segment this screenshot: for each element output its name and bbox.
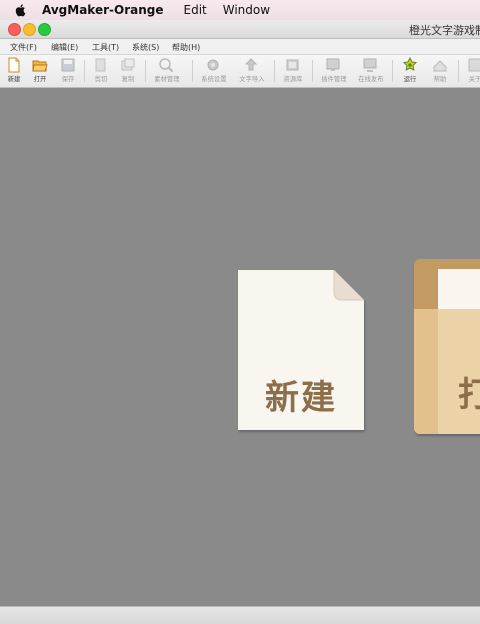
menu-window[interactable]: Window [223, 3, 270, 17]
toolbar-material-manager-button[interactable]: 素材管理 [153, 57, 180, 85]
toolbar-cut-button[interactable]: 剪切 [88, 57, 114, 85]
open-project-label: 打 [458, 375, 480, 415]
zoom-window-button[interactable] [38, 23, 51, 36]
cut-icon [95, 58, 106, 72]
menu-system[interactable]: 系统(S) [132, 42, 159, 53]
toolbar-label: 插件管理 [321, 75, 347, 83]
toolbar-resource-library-button[interactable]: 资源库 [280, 57, 306, 85]
folder-flap [414, 309, 438, 434]
macos-menu-bar: AvgMaker-Orange Edit Window [0, 0, 480, 21]
menu-tools[interactable]: 工具(T) [92, 42, 119, 53]
toolbar-label: 文字导入 [239, 75, 265, 83]
toolbar-save-button[interactable]: 保存 [55, 57, 81, 85]
toolbar-label: 保存 [61, 75, 75, 83]
toolbar-separator [312, 60, 313, 82]
toolbar-separator [192, 60, 193, 82]
window-title: 橙光文字游戏制 [409, 24, 480, 37]
apple-logo-icon[interactable] [14, 3, 28, 17]
toolbar-separator [392, 60, 393, 82]
toolbar-label: 运行 [403, 75, 417, 83]
toolbar-label: 素材管理 [154, 75, 180, 83]
toolbar-label: 关于 [468, 75, 480, 83]
close-window-button[interactable] [8, 23, 21, 36]
toolbar-plugin-manager-button[interactable]: 插件管理 [320, 57, 347, 85]
toolbar-label: 帮助 [433, 75, 447, 83]
plugin-manager-icon [326, 58, 340, 71]
toolbar-label: 资源库 [283, 75, 303, 83]
toolbar-separator [145, 60, 146, 82]
about-icon [468, 58, 480, 72]
toolbar-separator [458, 60, 459, 82]
system-settings-icon [207, 59, 219, 71]
help-icon [433, 60, 447, 72]
publish-icon [363, 58, 377, 72]
toolbar-system-settings-button[interactable]: 系统设置 [200, 57, 227, 85]
toolbar-about-button[interactable]: 关于 [462, 57, 480, 85]
toolbar-new-button[interactable]: 新建 [1, 57, 27, 85]
toolbar-label: 打开 [33, 75, 47, 83]
menu-edit-cn[interactable]: 编辑(E) [51, 42, 78, 53]
run-icon [402, 57, 418, 71]
menu-edit[interactable]: Edit [184, 3, 207, 17]
minimize-window-button[interactable] [23, 23, 36, 36]
open-folder-icon [32, 60, 48, 72]
toolbar-label: 在线发布 [358, 75, 384, 83]
toolbar-label: 系统设置 [201, 75, 227, 83]
resource-library-icon [286, 59, 299, 71]
menu-file[interactable]: 文件(F) [10, 42, 37, 53]
menu-help[interactable]: 帮助(H) [172, 42, 200, 53]
material-manager-icon [159, 58, 174, 73]
toolbar-label: 剪切 [94, 75, 108, 83]
copy-icon [121, 58, 135, 71]
toolbar-run-button[interactable]: 运行 [397, 57, 423, 85]
toolbar-copy-button[interactable]: 复制 [115, 57, 141, 85]
main-toolbar: 新建 打开 保存 剪切 复制 素材管理 系统设置 文字导入 资源库 插件管理 在… [0, 55, 480, 88]
new-project-label: 新建 [265, 378, 337, 418]
new-file-icon [8, 57, 20, 73]
toolbar-separator [274, 60, 275, 82]
toolbar-separator [84, 60, 85, 82]
toolbar-text-import-button[interactable]: 文字导入 [238, 57, 265, 85]
toolbar-help-button[interactable]: 帮助 [427, 57, 453, 85]
text-import-icon [244, 58, 258, 71]
app-menu-bar: 文件(F) 编辑(E) 工具(T) 系统(S) 帮助(H) [0, 39, 480, 55]
toolbar-label: 复制 [121, 75, 135, 83]
toolbar-label: 新建 [7, 75, 21, 83]
toolbar-open-button[interactable]: 打开 [27, 57, 53, 85]
toolbar-publish-button[interactable]: 在线发布 [357, 57, 384, 85]
app-menu-name[interactable]: AvgMaker-Orange [42, 3, 164, 17]
open-project-card[interactable]: 打 [414, 259, 480, 434]
save-icon [61, 58, 75, 72]
status-bar [0, 606, 480, 624]
new-project-card[interactable]: 新建 [238, 270, 364, 430]
window-title-bar: 橙光文字游戏制 [0, 20, 480, 39]
